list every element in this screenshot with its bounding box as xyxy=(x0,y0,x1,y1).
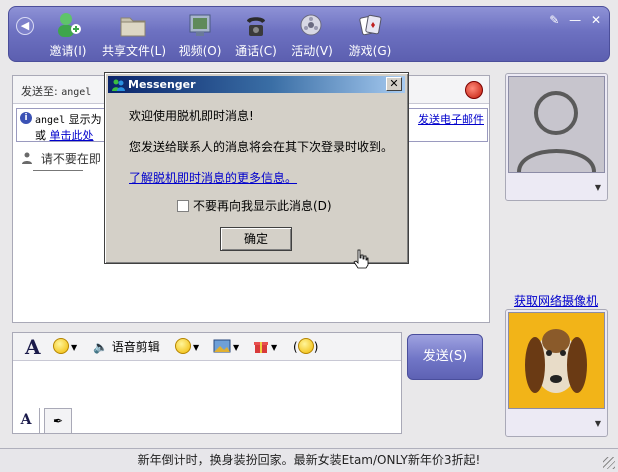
default-user-icon xyxy=(517,91,596,173)
activities-label: 活动(V) xyxy=(291,44,333,58)
speaker-icon: 🔈 xyxy=(93,340,108,354)
info-name: angel xyxy=(35,115,66,126)
person-icon xyxy=(22,152,32,164)
click-here-link[interactable]: 单击此处 xyxy=(50,129,94,142)
minimize-button[interactable]: — xyxy=(569,13,581,27)
share-files-label: 共享文件(L) xyxy=(102,44,167,58)
gift-icon xyxy=(254,342,268,353)
contact-avatar[interactable] xyxy=(508,76,605,173)
contact-avatar-frame: ▼ xyxy=(505,73,608,201)
voice-clip-button[interactable]: 🔈 语音剪辑 xyxy=(93,337,160,357)
send-button[interactable]: 发送(S) xyxy=(407,334,483,380)
back-icon[interactable]: ◀ xyxy=(16,17,34,35)
paint-icon[interactable]: ✎ xyxy=(549,13,559,27)
warning-line: 请不要在即 xyxy=(21,150,101,167)
ad-text[interactable]: 新年倒计时，换身装扮回家。最新女装Etam/ONLY新年价3折起! xyxy=(138,453,481,467)
info-icon: i xyxy=(20,112,32,124)
to-label: 发送至: xyxy=(21,85,58,98)
messenger-window: ◀ 邀请(I) 共享文件(L) 视频(O) 通话(C) 活动(V) 游戏(G) … xyxy=(0,0,618,472)
activities-icon xyxy=(300,14,322,36)
video-label: 视频(O) xyxy=(178,44,222,58)
dialog-line-1: 欢迎使用脱机即时消息! xyxy=(129,109,254,123)
mode-tabs: A ✒ xyxy=(12,408,74,434)
invite-label: 邀请(I) xyxy=(49,44,87,58)
info-or: 或 xyxy=(35,129,46,142)
dont-show-checkbox[interactable] xyxy=(177,200,189,212)
wink-icon xyxy=(175,338,191,354)
chevron-down-icon[interactable]: ▼ xyxy=(595,183,601,192)
dialog-line-2: 您发送给联系人的消息将会在其下次登录时收到。 xyxy=(129,140,394,154)
pen-icon: ✒ xyxy=(52,414,64,428)
smiley-icon xyxy=(53,338,69,354)
user-avatar-frame: ▼ xyxy=(505,309,608,437)
chevron-down-icon[interactable]: ▼ xyxy=(595,419,601,428)
user-avatar[interactable] xyxy=(508,312,605,409)
wink-button[interactable]: ▼ xyxy=(175,337,199,357)
format-toolbar: A ▼ 🔈 语音剪辑 ▼ ▼ ▼ () xyxy=(13,333,401,361)
learn-more-link[interactable]: 了解脱机即时消息的更多信息。 xyxy=(129,169,297,186)
invite-button[interactable]: 邀请(I) xyxy=(37,11,99,59)
window-controls: ✎ — ✕ xyxy=(543,13,601,27)
ok-button[interactable]: 确定 xyxy=(220,227,292,251)
folder-icon xyxy=(120,17,146,37)
nudge-button[interactable]: () xyxy=(293,337,318,357)
video-icon xyxy=(189,14,211,36)
get-webcam-link[interactable]: 获取网络摄像机 xyxy=(514,292,598,309)
dont-show-label: 不要再向我显示此消息(D) xyxy=(193,199,332,213)
video-button[interactable]: 视频(O) xyxy=(169,11,231,59)
games-label: 游戏(G) xyxy=(348,44,392,58)
close-button[interactable]: ✕ xyxy=(591,13,601,27)
info-text: 显示为 xyxy=(68,113,102,126)
activities-button[interactable]: 活动(V) xyxy=(281,11,343,59)
dialog-close-button[interactable]: ✕ xyxy=(386,77,402,91)
games-button[interactable]: 游戏(G) xyxy=(339,11,401,59)
share-files-button[interactable]: 共享文件(L) xyxy=(102,11,167,59)
phone-icon xyxy=(247,17,265,36)
call-label: 通话(C) xyxy=(235,44,277,58)
gift-button[interactable]: ▼ xyxy=(253,337,277,357)
offline-message-dialog: Messenger ✕ 欢迎使用脱机即时消息! 您发送给联系人的消息将会在其下次… xyxy=(104,72,409,269)
font-icon[interactable]: A xyxy=(25,337,41,357)
dialog-title: Messenger xyxy=(128,78,196,91)
warning-text: 请不要在即 xyxy=(40,152,101,166)
messenger-icon xyxy=(112,79,125,91)
emoticon-button[interactable]: ▼ xyxy=(53,337,77,357)
nudge-icon xyxy=(297,338,314,354)
call-button[interactable]: 通话(C) xyxy=(225,11,287,59)
dont-show-checkbox-row[interactable]: 不要再向我显示此消息(D) xyxy=(177,197,332,214)
voice-clip-label: 语音剪辑 xyxy=(111,340,160,354)
to-name: angel xyxy=(61,87,92,98)
send-email-link[interactable]: 发送电子邮件 xyxy=(418,111,484,127)
games-icon xyxy=(359,14,382,36)
ink-mode-tab[interactable]: ✒ xyxy=(44,408,72,434)
separator xyxy=(33,170,83,171)
hand-cursor-icon xyxy=(353,249,369,269)
background-button[interactable]: ▼ xyxy=(213,337,239,357)
invite-icon xyxy=(58,13,81,37)
text-mode-tab[interactable]: A xyxy=(12,408,40,434)
resize-grip-icon[interactable] xyxy=(603,457,615,469)
picture-icon xyxy=(213,339,231,353)
dog-picture-icon xyxy=(525,329,587,393)
top-toolbar: ◀ 邀请(I) 共享文件(L) 视频(O) 通话(C) 活动(V) 游戏(G) … xyxy=(8,6,610,62)
offline-status-icon xyxy=(465,81,483,99)
text-mode-icon: A xyxy=(20,412,32,428)
ad-bar[interactable]: 新年倒计时，换身装扮回家。最新女装Etam/ONLY新年价3折起! xyxy=(0,448,618,472)
dialog-title-bar: Messenger ✕ xyxy=(108,76,405,93)
